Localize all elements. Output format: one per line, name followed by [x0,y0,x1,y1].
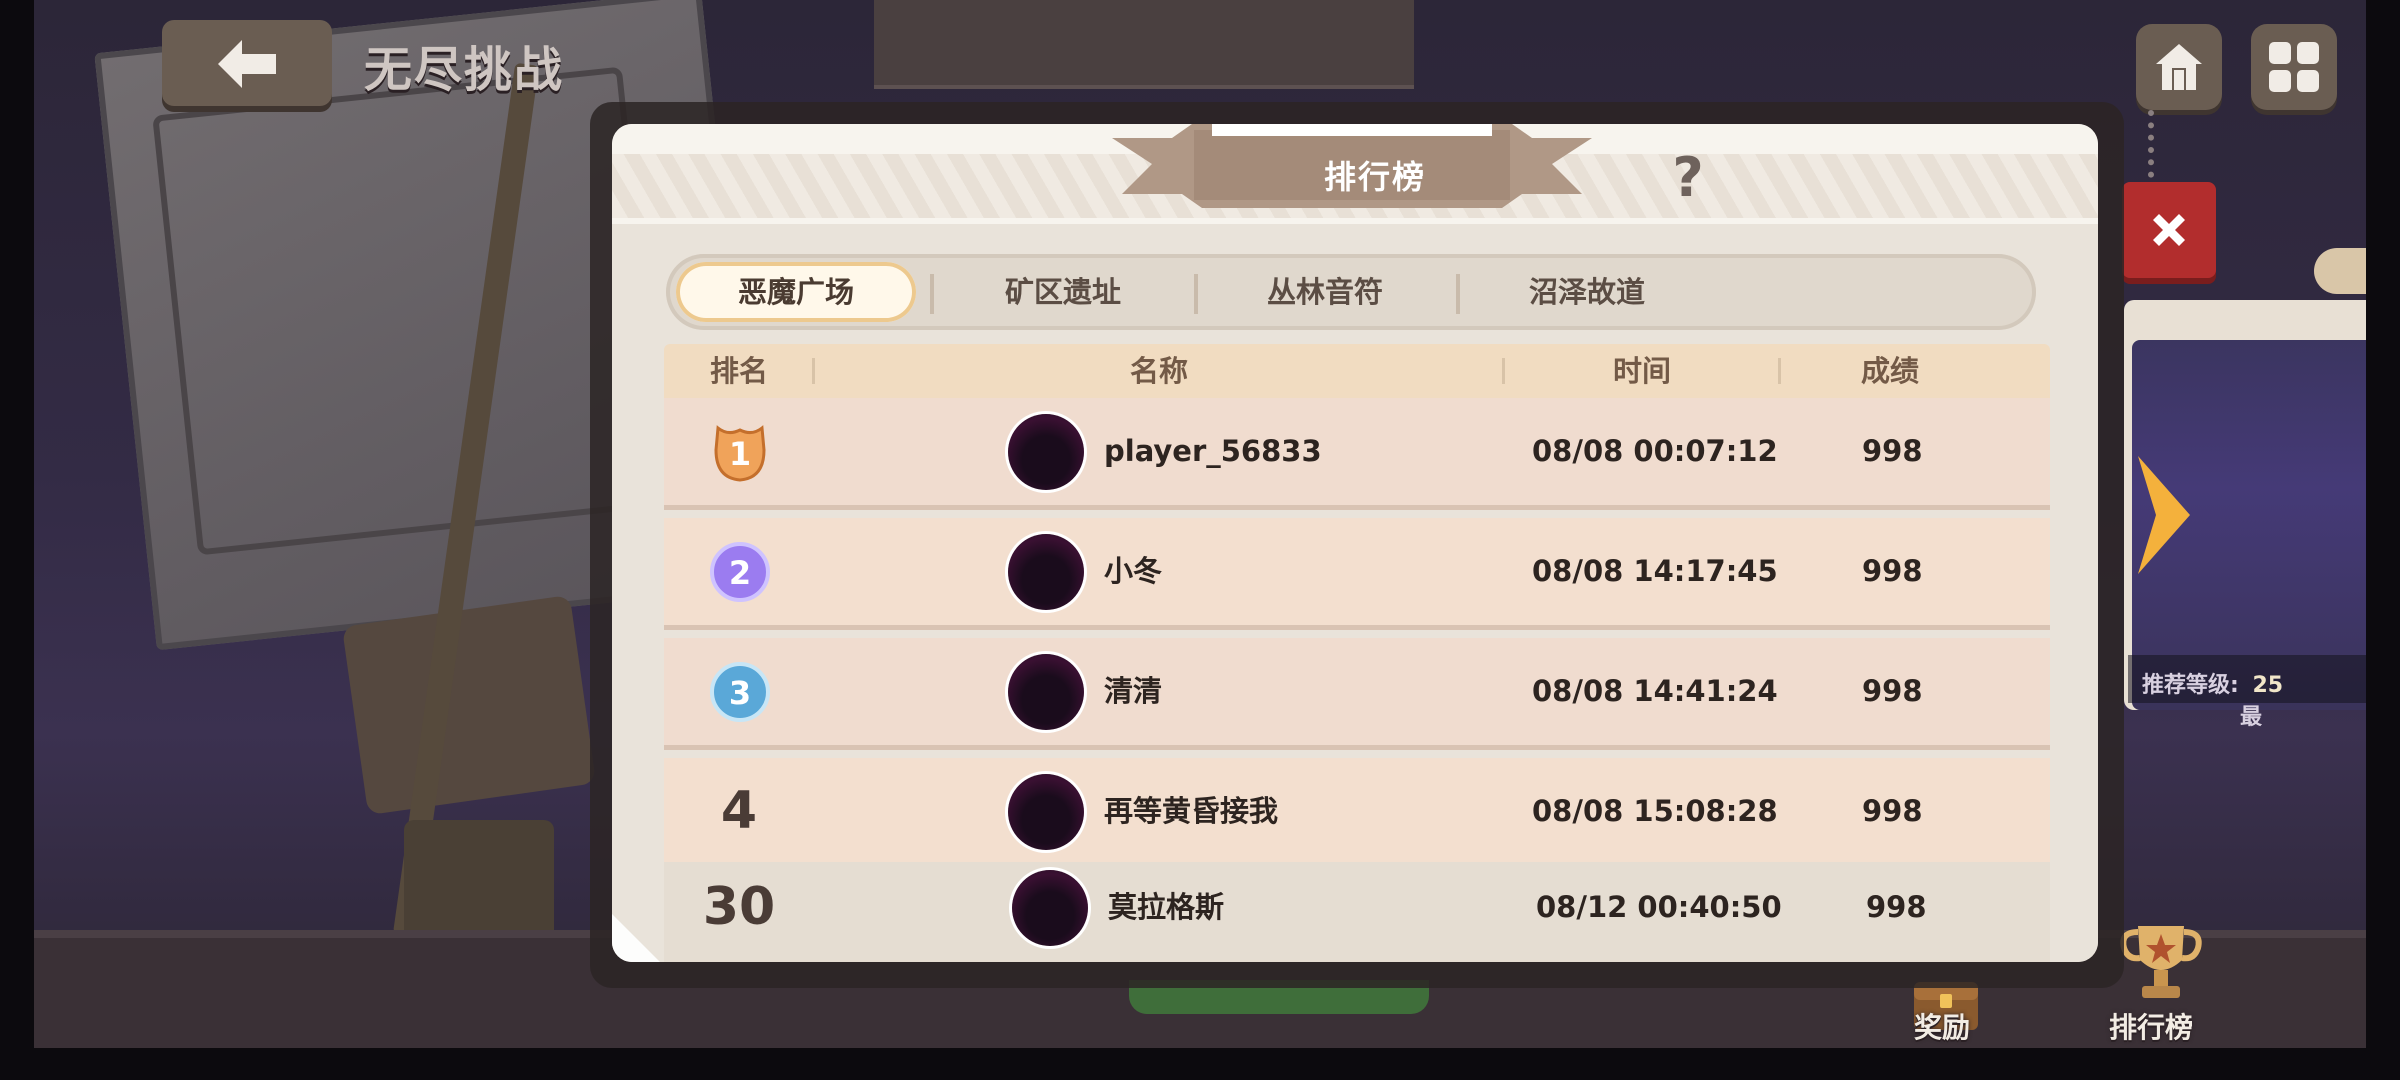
recommended-level-value: 25 [2252,673,2284,698]
tab-mine-ruins[interactable]: 矿区遗址 [938,262,1188,322]
table-row[interactable]: 3 清清 08/08 14:41:24 998 [664,638,2050,750]
close-icon [2153,214,2185,246]
recommended-level: 推荐等级: 25 最 [2142,667,2366,731]
my-player-name: 莫拉格斯 [1108,890,1225,924]
grid-icon [2269,42,2319,92]
column-rank: 排名 [709,354,768,388]
my-avatar[interactable] [1012,870,1088,946]
home-button[interactable] [2136,24,2222,110]
recommended-level-label: 推荐等级: [2142,673,2239,698]
rank-number: 4 [720,781,758,841]
score: 998 [1862,554,1923,588]
player-name: player_56833 [1104,434,1322,468]
tab-divider [1456,274,1460,314]
menu-grid-button[interactable] [2251,24,2337,110]
game-screen: 无尽挑战 推荐等级: 25 最 矿 奖励 排行榜 排行榜 ? 恶魔广场 [34,0,2366,1048]
svg-text:2: 2 [729,554,751,592]
tab-swamp-road[interactable]: 沼泽故道 [1462,262,1712,322]
player-name: 清清 [1104,674,1163,708]
tab-divider [930,274,934,314]
record-time: 08/08 00:07:12 [1532,434,1778,468]
score: 998 [1862,794,1923,828]
my-record-time: 08/12 00:40:50 [1536,890,1782,924]
tab-jungle-notes[interactable]: 丛林音符 [1200,262,1450,322]
chain-decoration [2148,110,2174,190]
modal-title: 排行榜 [1323,158,1426,196]
svg-text:1: 1 [729,435,751,473]
tab-demon-square[interactable]: 恶魔广场 [676,262,916,322]
blue-medal-icon: 3 [710,662,770,722]
background-banner [874,0,1414,89]
table-header: 排名 名称 时间 成绩 [664,344,2050,398]
background-chest [341,594,597,816]
back-arrow-icon [218,40,276,88]
avatar[interactable] [1008,774,1084,850]
table-row[interactable]: 1 player_56833 08/08 00:07:12 998 [664,398,2050,510]
player-name: 小冬 [1104,554,1163,588]
leaderboard-modal: 排行榜 ? 恶魔广场 矿区遗址 丛林音符 沼泽故道 排名 名称 时间 成绩 1 … [612,124,2098,962]
avatar[interactable] [1008,414,1084,490]
player-name: 再等黄昏接我 [1104,794,1279,828]
column-time: 时间 [1612,354,1671,388]
level-info-extra: 最 [2240,705,2263,730]
stage-tab-mine[interactable]: 矿 [2314,248,2366,294]
column-score: 成绩 [1860,354,1919,388]
reward-label[interactable]: 奖励 [1914,1006,1970,1046]
score: 998 [1862,434,1923,468]
table-row[interactable]: 4 再等黄昏接我 08/08 15:08:28 998 [664,758,2050,870]
leaderboard-label[interactable]: 排行榜 [2109,1006,2193,1046]
close-button[interactable] [2122,182,2216,278]
my-rank-row: 30 莫拉格斯 08/12 00:40:50 998 [664,862,2050,962]
column-name: 名称 [1129,354,1188,388]
record-time: 08/08 14:17:45 [1532,554,1778,588]
back-button[interactable] [162,20,332,106]
avatar[interactable] [1008,534,1084,610]
score: 998 [1862,674,1923,708]
page-title: 无尽挑战 [364,42,565,98]
gold-medal-icon: 1 [714,425,766,482]
svg-text:3: 3 [729,674,751,712]
avatar[interactable] [1008,654,1084,730]
tab-divider [1194,274,1198,314]
help-icon[interactable]: ? [1656,146,1720,210]
next-arrow-icon[interactable] [2132,450,2196,580]
my-rank-number: 30 [702,877,776,937]
purple-medal-icon: 2 [710,542,770,602]
record-time: 08/08 14:41:24 [1532,674,1778,708]
stage-tabs: 恶魔广场 矿区遗址 丛林音符 沼泽故道 [666,254,2036,330]
trophy-icon[interactable] [2116,918,2206,1008]
home-icon [2156,44,2202,90]
table-row[interactable]: 2 小冬 08/08 14:17:45 998 [664,518,2050,630]
my-score: 998 [1866,890,1927,924]
record-time: 08/08 15:08:28 [1532,794,1778,828]
